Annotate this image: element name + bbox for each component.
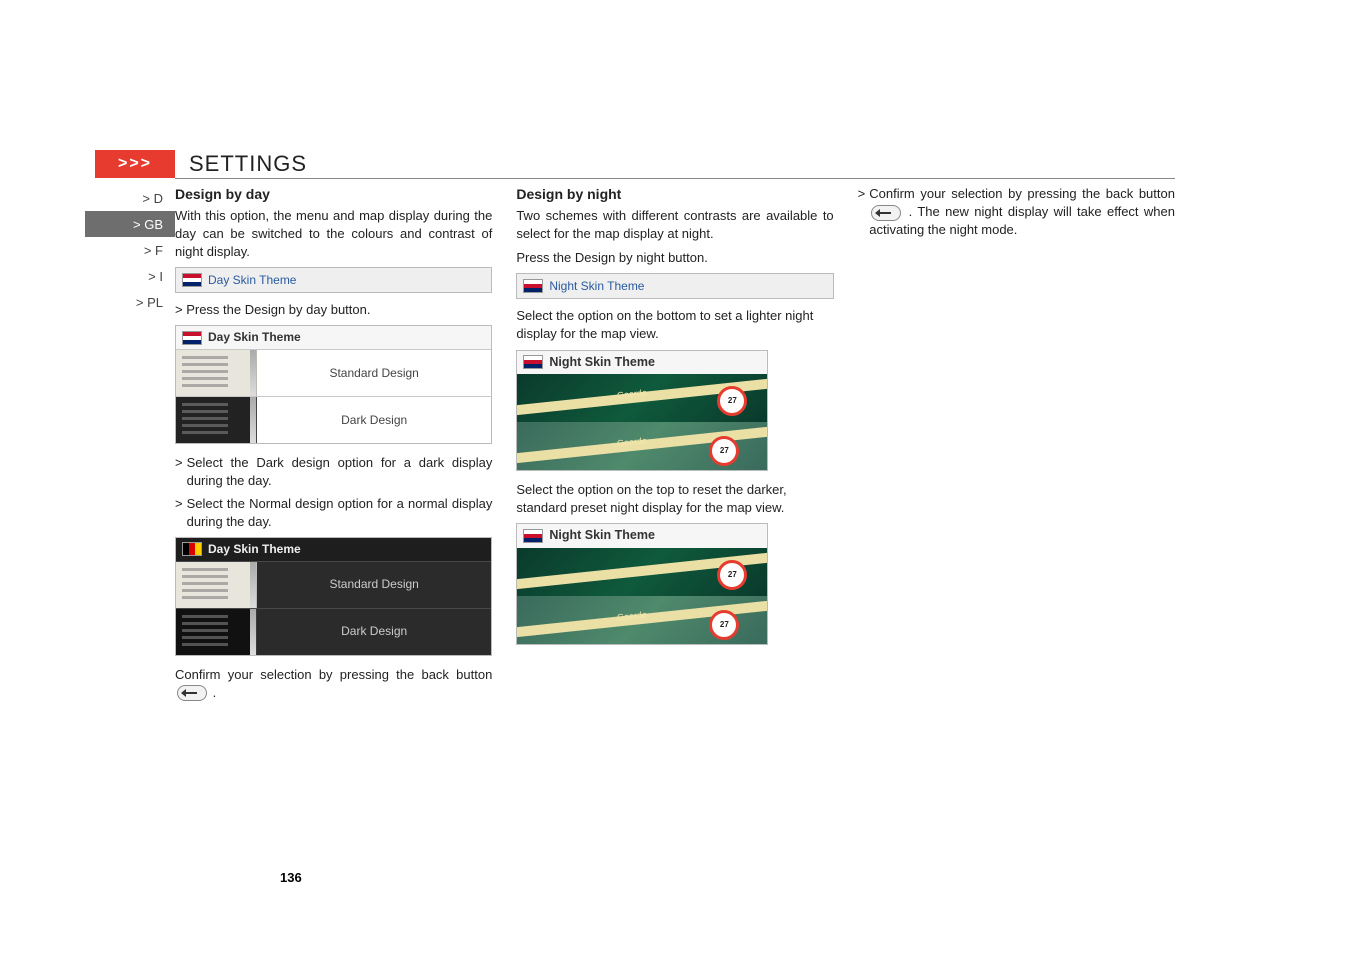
- card-header: Day Skin Theme: [176, 538, 491, 561]
- option-standard-row[interactable]: Standard Design: [176, 561, 491, 608]
- body-row: > D > GB > F > I > PL Design by day With…: [175, 185, 1175, 708]
- sidebar-item-gb[interactable]: > GB: [85, 211, 175, 237]
- col2-para4: Select the option on the top to reset th…: [516, 481, 833, 517]
- thumbnail-dark: [176, 397, 257, 443]
- col1-para1: With this option, the menu and map displ…: [175, 207, 492, 262]
- night-skin-card-2: Night Skin Theme 27 Goerde 27: [516, 523, 768, 645]
- header-row: >>> SETTINGS: [175, 150, 1175, 179]
- col2-subheading: Design by night: [516, 185, 833, 205]
- speed-sign-icon: 27: [709, 436, 739, 466]
- day-skin-card-light: Day Skin Theme Standard Design Dark Desi…: [175, 325, 492, 444]
- bullet-marker: >: [175, 495, 183, 531]
- card-header: Night Skin Theme: [517, 524, 767, 548]
- map-option-light[interactable]: Goerde 27: [517, 596, 767, 644]
- col3-bullet: > Confirm your selection by pressing the…: [858, 185, 1175, 240]
- bullet-marker: >: [858, 185, 866, 240]
- option-dark-row[interactable]: Dark Design: [176, 608, 491, 655]
- columns: Design by day With this option, the menu…: [175, 185, 1175, 708]
- card-header: Night Skin Theme: [517, 351, 767, 375]
- option-standard-label: Standard Design: [257, 350, 491, 396]
- day-skin-theme-bar[interactable]: Day Skin Theme: [175, 267, 492, 293]
- sidebar-item-i[interactable]: > I: [85, 263, 175, 289]
- col2-para3: Select the option on the bottom to set a…: [516, 307, 833, 343]
- document-page: >>> SETTINGS > D > GB > F > I > PL Desig…: [175, 150, 1175, 708]
- sidebar-item-pl[interactable]: > PL: [85, 289, 175, 315]
- speed-sign-icon: 27: [717, 560, 747, 590]
- sidebar-item-f[interactable]: > F: [85, 237, 175, 263]
- col1-bullet1: > Select the Dark design option for a da…: [175, 454, 492, 490]
- confirm-text-a: Confirm your selection by pressing the b…: [175, 667, 492, 682]
- confirm-text-b: .: [213, 685, 217, 700]
- speed-sign-icon: 27: [717, 386, 747, 416]
- col2-para1: Two schemes with different contrasts are…: [516, 207, 833, 243]
- col1-bullet2: > Select the Normal design option for a …: [175, 495, 492, 531]
- card-header-label: Night Skin Theme: [549, 354, 655, 372]
- flag-icon: [523, 529, 543, 543]
- option-standard-row[interactable]: Standard Design: [176, 349, 491, 396]
- flag-icon: [182, 542, 202, 556]
- flag-icon: [182, 273, 202, 287]
- flag-icon: [523, 355, 543, 369]
- night-skin-theme-bar[interactable]: Night Skin Theme: [516, 273, 833, 299]
- map-option-light[interactable]: Goerde 27: [517, 422, 767, 470]
- page-number: 136: [280, 870, 302, 885]
- speed-sign-icon: 27: [709, 610, 739, 640]
- option-dark-label: Dark Design: [257, 609, 491, 655]
- map-option-dark[interactable]: Goerde 27: [517, 374, 767, 422]
- section-title: SETTINGS: [175, 151, 307, 177]
- bullet-text: Select the Dark design option for a dark…: [187, 454, 493, 490]
- card-header-label: Night Skin Theme: [549, 527, 655, 545]
- column-1: Design by day With this option, the menu…: [175, 185, 492, 708]
- column-3: > Confirm your selection by pressing the…: [858, 185, 1175, 708]
- col1-confirm: Confirm your selection by pressing the b…: [175, 666, 492, 702]
- bullet-text: Select the Normal design option for a no…: [187, 495, 493, 531]
- column-2: Design by night Two schemes with differe…: [516, 185, 833, 708]
- day-skin-card-dark: Day Skin Theme Standard Design Dark Desi…: [175, 537, 492, 656]
- sidebar-item-d[interactable]: > D: [85, 185, 175, 211]
- header-chevron: >>>: [95, 150, 175, 178]
- option-dark-label: Dark Design: [257, 397, 491, 443]
- night-skin-card-1: Night Skin Theme Goerde 27 Goerde 27: [516, 350, 768, 472]
- text-b: . The new night display will take effect…: [869, 204, 1175, 237]
- flag-icon: [182, 331, 202, 345]
- map-option-dark[interactable]: 27: [517, 548, 767, 596]
- col1-subheading: Design by day: [175, 185, 492, 205]
- option-dark-row[interactable]: Dark Design: [176, 396, 491, 443]
- col2-para2: Press the Design by night button.: [516, 249, 833, 267]
- col1-press-text: > Press the Design by day button.: [175, 301, 492, 319]
- back-button-icon: [177, 685, 207, 701]
- back-button-icon: [871, 205, 901, 221]
- bar-label: Day Skin Theme: [208, 272, 296, 289]
- card-header-label: Day Skin Theme: [208, 329, 301, 346]
- thumbnail-standard: [176, 350, 257, 396]
- bullet-body: Confirm your selection by pressing the b…: [869, 185, 1175, 240]
- bullet-marker: >: [175, 454, 183, 490]
- card-header-label: Day Skin Theme: [208, 541, 301, 558]
- bar-label: Night Skin Theme: [549, 278, 644, 295]
- card-header: Day Skin Theme: [176, 326, 491, 349]
- thumbnail-dark: [176, 609, 257, 655]
- option-standard-label: Standard Design: [257, 562, 491, 608]
- language-sidebar: > D > GB > F > I > PL: [85, 185, 175, 708]
- thumbnail-standard: [176, 562, 257, 608]
- text-a: Confirm your selection by pressing the b…: [869, 186, 1175, 201]
- flag-icon: [523, 279, 543, 293]
